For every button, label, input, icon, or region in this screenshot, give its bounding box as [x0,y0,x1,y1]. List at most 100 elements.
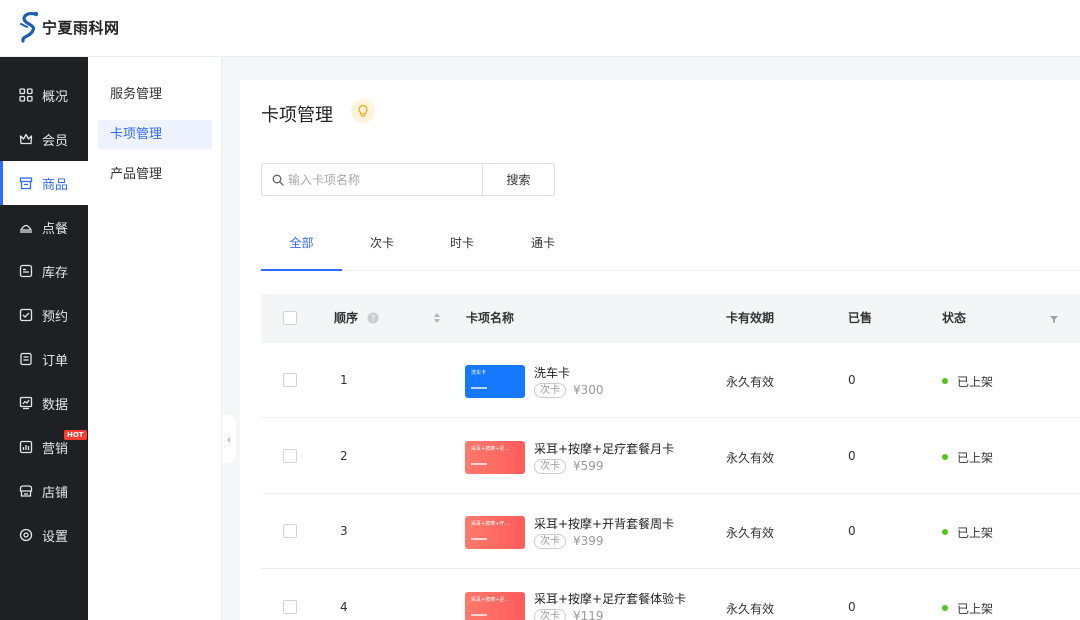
sidebar-item-label: 营销 [42,441,69,457]
card-thumbnail: 采耳+按摩+足... [465,441,525,474]
order-cell: 4 [340,600,348,614]
subnav-item-products[interactable]: 产品管理 [98,160,212,189]
card-thumbnail: 洗车卡 [465,365,525,398]
sidebar-item-label: 数据 [42,397,69,413]
column-header-status: 状态 [942,311,967,325]
row-checkbox[interactable] [283,524,297,538]
sort-icon[interactable] [433,312,441,328]
sidebar-item-data[interactable]: 数据 [0,381,88,425]
column-header-name: 卡项名称 [466,311,515,325]
thumbnail-decoration [471,387,487,389]
thumbnail-text: 采耳+按摩+开... [471,521,510,527]
collapse-sidebar-toggle[interactable]: ‹ [222,415,236,463]
column-header-order: 顺序 [334,311,359,325]
marketing-icon [18,439,34,455]
card-thumbnail: 采耳+按摩+足... [465,592,525,620]
column-header-validity: 卡有效期 [726,311,775,325]
row-checkbox[interactable] [283,600,297,614]
sidebar-item-overview[interactable]: 概况 [0,73,88,117]
card-price: ¥119 [573,609,604,620]
thumbnail-text: 采耳+按摩+足... [471,597,510,603]
row-checkbox[interactable] [283,373,297,387]
column-header-sold: 已售 [848,311,873,325]
sold-cell: 0 [848,600,856,614]
help-icon[interactable]: ? [367,312,379,328]
status-dot [942,454,948,460]
thumbnail-text: 洗车卡 [471,370,487,376]
sidebar-item-settings[interactable]: 设置 [0,513,88,557]
sidebar-item-orders[interactable]: 订单 [0,337,88,381]
card-name[interactable]: 采耳+按摩+开背套餐周卡 [534,515,674,532]
tab-time-card[interactable]: 时卡 [441,230,483,271]
card-name[interactable]: 采耳+按摩+足疗套餐体验卡 [534,590,686,607]
sidebar-item-label: 概况 [42,89,69,105]
crown-icon [18,131,34,147]
primary-sidebar: 概况 会员 商品 点餐 库存 预约 订单 数据 营销 HOT 店铺 设置 [0,57,88,620]
status-cell: 已上架 [957,375,994,389]
search-field[interactable] [261,163,483,196]
sidebar-item-label: 设置 [42,529,69,545]
row-checkbox[interactable] [283,449,297,463]
sidebar-item-ordering[interactable]: 点餐 [0,205,88,249]
card-type-badge: 次卡 [534,459,566,474]
search-button[interactable]: 搜索 [482,163,555,196]
sidebar-item-label: 订单 [42,353,69,369]
subnav-item-cards[interactable]: 卡项管理 [98,120,212,149]
brand-name: 宁夏雨科网 [42,18,120,37]
table-header: 顺序 ? 卡项名称 卡有效期 已售 状态 [261,294,1080,343]
table-row[interactable]: 3 采耳+按摩+开... 采耳+按摩+开背套餐周卡 次卡 ¥399 永久有效 0… [261,494,1080,569]
sold-cell: 0 [848,373,856,387]
card-type-tabs: 全部 次卡 时卡 通卡 [261,230,1080,271]
brand-logo[interactable]: 宁夏雨科网 [18,10,120,44]
thumbnail-decoration [471,614,487,616]
order-cell: 1 [340,373,348,387]
select-all-checkbox[interactable] [283,311,297,325]
sidebar-item-inventory[interactable]: 库存 [0,249,88,293]
card-name[interactable]: 洗车卡 [534,364,570,381]
sidebar-item-label: 商品 [42,177,69,193]
table-row[interactable]: 4 采耳+按摩+足... 采耳+按摩+足疗套餐体验卡 次卡 ¥119 永久有效 … [261,569,1080,620]
card-type-badge: 次卡 [534,609,566,620]
search-input[interactable] [288,172,468,187]
logo-mark-icon [20,11,39,43]
shop-icon [18,483,34,499]
grid-icon [18,87,34,103]
sidebar-item-products[interactable]: 商品 [0,161,88,205]
filter-icon[interactable] [1049,313,1059,328]
validity-cell: 永久有效 [726,526,775,540]
card-type-badge: 次卡 [534,534,566,549]
tab-all[interactable]: 全部 [261,230,342,271]
main-panel: 卡项管理 搜索 全部 次卡 时卡 通卡 顺序 ? 卡项名称 卡有效期 已售 状态… [240,80,1080,620]
order-icon [18,351,34,367]
svg-text:?: ? [371,314,375,323]
thumbnail-text: 采耳+按摩+足... [471,446,510,452]
table-row[interactable]: 2 采耳+按摩+足... 采耳+按摩+足疗套餐月卡 次卡 ¥599 永久有效 0… [261,419,1080,494]
lightbulb-icon[interactable] [351,99,375,123]
calendar-check-icon [18,307,34,323]
tab-universal-card[interactable]: 通卡 [522,230,564,271]
sidebar-item-label: 店铺 [42,485,69,501]
tab-count-card[interactable]: 次卡 [361,230,403,271]
sidebar-item-members[interactable]: 会员 [0,117,88,161]
dish-icon [18,219,34,235]
sidebar-item-booking[interactable]: 预约 [0,293,88,337]
status-dot [942,378,948,384]
table-row[interactable]: 1 洗车卡 洗车卡 次卡 ¥300 永久有效 0 已上架 [261,343,1080,418]
sidebar-item-shop[interactable]: 店铺 [0,469,88,513]
thumbnail-decoration [471,463,487,465]
sidebar-item-label: 会员 [42,133,69,149]
order-cell: 2 [340,449,348,463]
sidebar-item-marketing[interactable]: 营销 HOT [0,425,88,469]
status-cell: 已上架 [957,602,994,616]
sold-cell: 0 [848,449,856,463]
card-name[interactable]: 采耳+按摩+足疗套餐月卡 [534,440,674,457]
settings-icon [18,527,34,543]
page-title: 卡项管理 [261,105,333,126]
card-type-badge: 次卡 [534,383,566,398]
thumbnail-decoration [471,538,487,540]
store-icon [18,175,34,191]
inventory-icon [18,263,34,279]
subnav-item-services[interactable]: 服务管理 [98,80,212,109]
search-icon [272,174,284,186]
chevron-left-icon: ‹ [226,432,232,446]
